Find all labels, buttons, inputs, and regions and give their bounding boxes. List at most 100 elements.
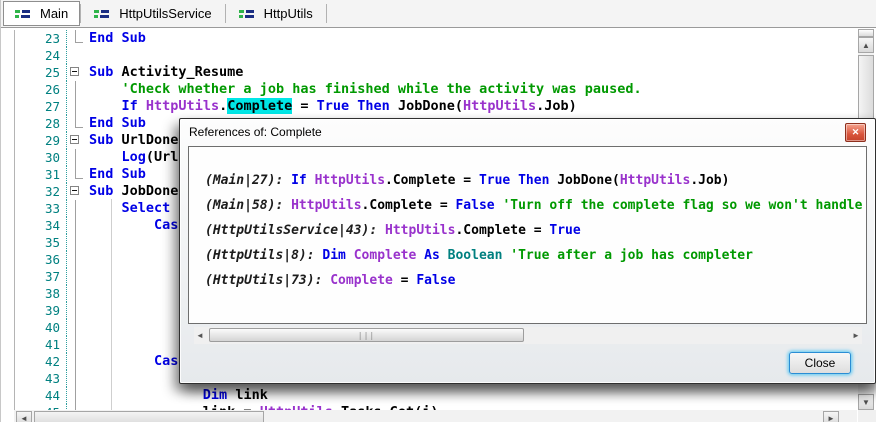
breakpoint-margin[interactable] — [1, 30, 15, 47]
breakpoint-margin[interactable] — [1, 98, 15, 115]
dialog-scrollbar-thumb[interactable]: ||| — [209, 328, 524, 342]
reference-line[interactable]: (HttpUtilsService|43): HttpUtils.Complet… — [205, 218, 866, 243]
code-line[interactable]: 26 'Check whether a job has finished whi… — [1, 81, 857, 98]
breakpoint-margin[interactable] — [1, 81, 15, 98]
line-number: 33 — [15, 200, 67, 217]
scrollbar-corner — [858, 410, 876, 422]
horizontal-scrollbar-thumb[interactable] — [34, 411, 264, 422]
code-token: True — [316, 98, 350, 114]
code-token: JobDone — [113, 183, 187, 199]
close-button[interactable]: Close — [789, 352, 851, 374]
code-token: Complete — [353, 248, 417, 263]
breakpoint-margin[interactable] — [1, 234, 15, 251]
ide-window: Main HttpUtilsService HttpUtils 23 End Sub 2… — [0, 0, 876, 422]
breakpoint-margin[interactable] — [1, 200, 15, 217]
breakpoint-margin[interactable] — [1, 115, 15, 132]
dialog-horizontal-scrollbar[interactable]: ◄ ||| ► — [194, 327, 862, 344]
reference-line[interactable]: (Main|58): HttpUtils.Complete = False 'T… — [205, 193, 866, 218]
code-token: End Sub — [89, 166, 146, 182]
code-text[interactable]: Dim link — [89, 387, 857, 404]
fold-column — [67, 149, 89, 166]
scroll-right-icon[interactable]: ► — [823, 411, 839, 422]
breakpoint-margin[interactable] — [1, 404, 15, 421]
code-token: 'True after a job has completer — [510, 248, 753, 263]
scroll-up-icon[interactable]: ▲ — [858, 37, 874, 53]
breakpoint-margin[interactable] — [1, 268, 15, 285]
tab-label: HttpUtils — [263, 6, 313, 21]
reference-line[interactable]: (Main|27): If HttpUtils.Complete = True … — [205, 168, 866, 193]
scroll-left-icon[interactable]: ◄ — [16, 411, 32, 422]
code-token: Dim — [322, 248, 346, 263]
fold-toggle-icon[interactable] — [67, 183, 89, 200]
code-token: JobDone( — [389, 98, 463, 114]
breakpoint-margin[interactable] — [1, 47, 15, 64]
references-dialog: References of: Complete ✕ (Main|27): If … — [179, 118, 876, 384]
breakpoint-margin[interactable] — [1, 217, 15, 234]
line-number: 38 — [15, 285, 67, 302]
code-token: Sub — [89, 64, 114, 80]
dialog-title-bar[interactable]: References of: Complete ✕ — [180, 119, 875, 145]
code-line[interactable]: 27 If HttpUtils.Complete = True Then Job… — [1, 98, 857, 115]
fold-column — [67, 115, 89, 132]
breakpoint-margin[interactable] — [1, 285, 15, 302]
code-line[interactable]: 44 Dim link — [1, 387, 857, 404]
tab-httputils[interactable]: HttpUtils — [226, 0, 326, 27]
code-line[interactable]: 25 Sub Activity_Resume — [1, 64, 857, 81]
reference-line[interactable]: (HttpUtils|73): Complete = False — [205, 268, 866, 293]
code-token: False — [455, 198, 495, 213]
line-number: 26 — [15, 81, 67, 98]
code-text[interactable]: Sub Activity_Resume — [89, 64, 857, 81]
breakpoint-margin[interactable] — [1, 302, 15, 319]
fold-column — [67, 251, 89, 268]
module-icon — [238, 7, 256, 20]
breakpoint-margin[interactable] — [1, 251, 15, 268]
fold-column — [67, 268, 89, 285]
breakpoint-margin[interactable] — [1, 353, 15, 370]
fold-toggle-icon[interactable] — [67, 132, 89, 149]
close-icon[interactable]: ✕ — [845, 122, 866, 142]
breakpoint-margin[interactable] — [1, 336, 15, 353]
code-token: False — [416, 273, 456, 288]
fold-column — [67, 336, 89, 353]
tab-httputilsservice[interactable]: HttpUtilsService — [81, 0, 224, 27]
breakpoint-margin[interactable] — [1, 132, 15, 149]
line-number: 35 — [15, 234, 67, 251]
reference-line[interactable]: (HttpUtils|8): Dim Complete As Boolean '… — [205, 243, 866, 268]
breakpoint-margin[interactable] — [1, 149, 15, 166]
fold-column — [67, 370, 89, 387]
breakpoint-margin[interactable] — [1, 183, 15, 200]
code-token: End Sub — [89, 115, 146, 131]
line-number: 28 — [15, 115, 67, 132]
code-text[interactable] — [89, 47, 857, 64]
code-line[interactable]: 24 — [1, 47, 857, 64]
breakpoint-margin[interactable] — [1, 387, 15, 404]
code-text[interactable]: If HttpUtils.Complete = True Then JobDon… — [89, 98, 857, 115]
breakpoint-margin[interactable] — [1, 64, 15, 81]
tab-separator — [325, 4, 327, 23]
dialog-scroll-right-icon[interactable]: ► — [850, 329, 862, 342]
splitter-handle[interactable] — [858, 29, 874, 37]
code-text[interactable]: 'Check whether a job has finished while … — [89, 81, 857, 98]
code-token: Dim — [202, 387, 228, 403]
fold-toggle-icon[interactable] — [67, 64, 89, 81]
tab-main[interactable]: Main — [3, 1, 81, 26]
breakpoint-margin[interactable] — [1, 370, 15, 387]
fold-column — [67, 319, 89, 336]
fold-column — [67, 47, 89, 64]
line-number: 34 — [15, 217, 67, 234]
code-token: = — [392, 273, 417, 288]
horizontal-scrollbar[interactable]: ◄ ► — [14, 410, 857, 422]
fold-column — [67, 98, 89, 115]
code-line[interactable]: 23 End Sub — [1, 30, 857, 47]
code-token: 'Turn off the complete flag so we won't … — [502, 198, 863, 213]
scroll-down-icon[interactable]: ▼ — [858, 394, 874, 410]
dialog-scroll-left-icon[interactable]: ◄ — [194, 329, 206, 342]
code-token: End Sub — [89, 30, 146, 46]
code-text[interactable]: End Sub — [89, 30, 857, 47]
breakpoint-margin[interactable] — [1, 319, 15, 336]
breakpoint-margin[interactable] — [1, 166, 15, 183]
